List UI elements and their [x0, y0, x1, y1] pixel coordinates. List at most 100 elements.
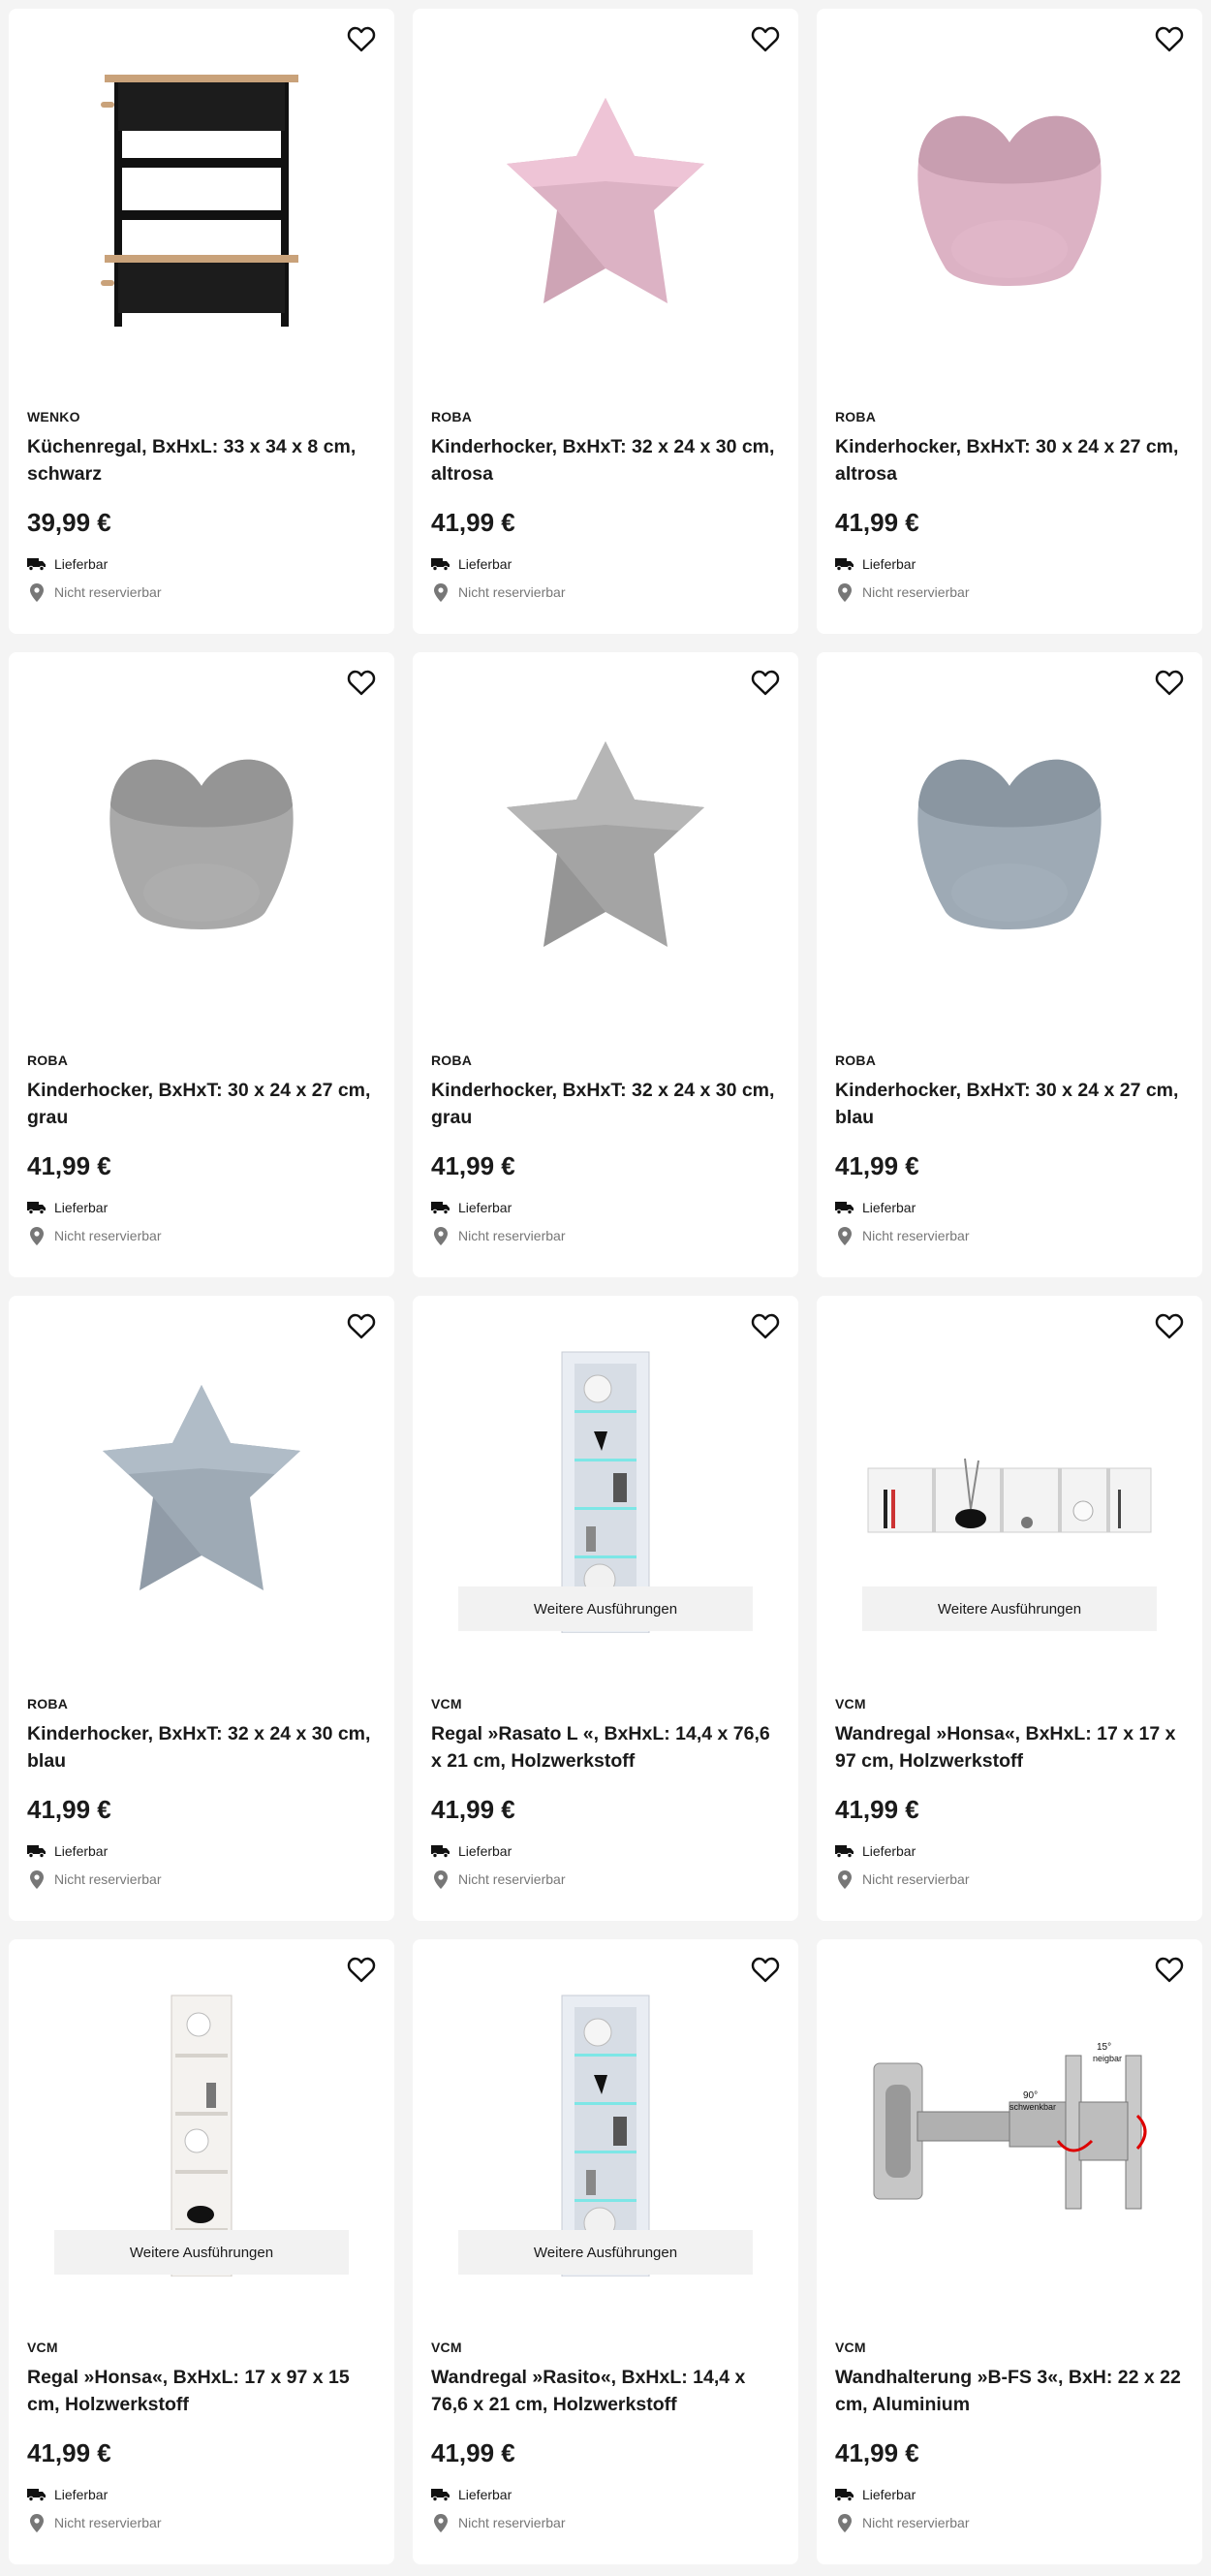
- favorite-heart-icon[interactable]: [1153, 666, 1186, 699]
- availability: Lieferbar Nicht reservierbar: [431, 1841, 780, 1889]
- product-image[interactable]: [817, 9, 1202, 392]
- product-title[interactable]: Kinderhocker, BxHxT: 30 x 24 x 27 cm, gr…: [27, 1077, 376, 1131]
- truck-icon: [431, 2485, 450, 2504]
- availability: Lieferbar Nicht reservierbar: [431, 554, 780, 602]
- svg-text:schwenkbar: schwenkbar: [1009, 2102, 1056, 2112]
- favorite-heart-icon[interactable]: [345, 1953, 378, 1986]
- location-pin-icon: [835, 2513, 854, 2532]
- product-image[interactable]: [817, 652, 1202, 1035]
- more-variants-button[interactable]: Weitere Ausführungen: [458, 2230, 753, 2275]
- product-title[interactable]: Regal »Honsa«, BxHxL: 17 x 97 x 15 cm, H…: [27, 2364, 376, 2418]
- favorite-heart-icon[interactable]: [749, 1309, 782, 1342]
- truck-icon: [27, 1841, 47, 1861]
- product-info: ROBA Kinderhocker, BxHxT: 32 x 24 x 30 c…: [27, 1696, 376, 1898]
- reserve-label: Nicht reservierbar: [458, 1871, 566, 1887]
- location-pin-icon: [835, 582, 854, 602]
- product-card-4[interactable]: ROBA Kinderhocker, BxHxT: 30 x 24 x 27 c…: [9, 652, 394, 1277]
- product-title[interactable]: Wandregal »Rasito«, BxHxL: 14,4 x 76,6 x…: [431, 2364, 780, 2418]
- favorite-heart-icon[interactable]: [1153, 1953, 1186, 1986]
- favorite-heart-icon[interactable]: [1153, 22, 1186, 55]
- favorite-heart-icon[interactable]: [1153, 1309, 1186, 1342]
- availability: Lieferbar Nicht reservierbar: [835, 1841, 1184, 1889]
- product-image[interactable]: 15° neigbar 90° schwenkbar: [817, 1939, 1202, 2322]
- product-price: 41,99 €: [431, 508, 515, 537]
- product-title[interactable]: Küchenregal, BxHxL: 33 x 34 x 8 cm, schw…: [27, 433, 376, 487]
- product-title[interactable]: Regal »Rasato L «, BxHxL: 14,4 x 76,6 x …: [431, 1720, 780, 1775]
- delivery-status: Lieferbar: [835, 1841, 1184, 1861]
- more-variants-button[interactable]: Weitere Ausführungen: [862, 1586, 1157, 1631]
- location-pin-icon: [27, 582, 47, 602]
- product-card-2[interactable]: ROBA Kinderhocker, BxHxT: 32 x 24 x 30 c…: [413, 9, 798, 634]
- svg-text:90°: 90°: [1023, 2090, 1038, 2101]
- truck-icon: [835, 554, 854, 574]
- truck-icon: [27, 2485, 47, 2504]
- delivery-label: Lieferbar: [862, 556, 916, 572]
- reserve-status: Nicht reservierbar: [835, 1869, 1184, 1889]
- reserve-status: Nicht reservierbar: [27, 582, 376, 602]
- product-card-12[interactable]: 15° neigbar 90° schwenkbar VCM Wandhalte…: [817, 1939, 1202, 2564]
- product-price: 41,99 €: [431, 1795, 515, 1824]
- location-pin-icon: [27, 1869, 47, 1889]
- reserve-status: Nicht reservierbar: [835, 1226, 1184, 1245]
- reserve-label: Nicht reservierbar: [862, 2515, 970, 2530]
- delivery-label: Lieferbar: [458, 1200, 512, 1215]
- favorite-heart-icon[interactable]: [345, 1309, 378, 1342]
- truck-icon: [835, 1198, 854, 1217]
- reserve-label: Nicht reservierbar: [458, 2515, 566, 2530]
- product-card-7[interactable]: ROBA Kinderhocker, BxHxT: 32 x 24 x 30 c…: [9, 1296, 394, 1921]
- product-card-1[interactable]: WENKO Küchenregal, BxHxL: 33 x 34 x 8 cm…: [9, 9, 394, 634]
- reserve-status: Nicht reservierbar: [27, 1869, 376, 1889]
- delivery-label: Lieferbar: [458, 2487, 512, 2502]
- product-info: ROBA Kinderhocker, BxHxT: 30 x 24 x 27 c…: [27, 1052, 376, 1254]
- truck-icon: [27, 554, 47, 574]
- product-brand: VCM: [27, 2340, 58, 2355]
- favorite-heart-icon[interactable]: [345, 666, 378, 699]
- product-card-10[interactable]: VCM Regal »Honsa«, BxHxL: 17 x 97 x 15 c…: [9, 1939, 394, 2564]
- product-grid: WENKO Küchenregal, BxHxL: 33 x 34 x 8 cm…: [9, 9, 1202, 2564]
- favorite-heart-icon[interactable]: [345, 22, 378, 55]
- location-pin-icon: [835, 1869, 854, 1889]
- delivery-status: Lieferbar: [27, 1841, 376, 1861]
- availability: Lieferbar Nicht reservierbar: [27, 1841, 376, 1889]
- svg-text:15°: 15°: [1097, 2042, 1111, 2053]
- location-pin-icon: [431, 2513, 450, 2532]
- product-title[interactable]: Kinderhocker, BxHxT: 30 x 24 x 27 cm, al…: [835, 433, 1184, 487]
- reserve-status: Nicht reservierbar: [835, 2513, 1184, 2532]
- availability: Lieferbar Nicht reservierbar: [27, 554, 376, 602]
- favorite-heart-icon[interactable]: [749, 22, 782, 55]
- delivery-label: Lieferbar: [54, 556, 109, 572]
- reserve-status: Nicht reservierbar: [27, 2513, 376, 2532]
- product-brand: VCM: [835, 2340, 866, 2355]
- product-title[interactable]: Kinderhocker, BxHxT: 32 x 24 x 30 cm, bl…: [27, 1720, 376, 1775]
- product-image[interactable]: [413, 9, 798, 392]
- product-image[interactable]: [413, 652, 798, 1035]
- favorite-heart-icon[interactable]: [749, 1953, 782, 1986]
- reserve-label: Nicht reservierbar: [458, 1228, 566, 1243]
- product-title[interactable]: Kinderhocker, BxHxT: 32 x 24 x 30 cm, gr…: [431, 1077, 780, 1131]
- more-variants-button[interactable]: Weitere Ausführungen: [54, 2230, 349, 2275]
- product-card-9[interactable]: VCM Wandregal »Honsa«, BxHxL: 17 x 17 x …: [817, 1296, 1202, 1921]
- product-image[interactable]: [9, 652, 394, 1035]
- delivery-label: Lieferbar: [862, 1200, 916, 1215]
- product-info: WENKO Küchenregal, BxHxL: 33 x 34 x 8 cm…: [27, 409, 376, 611]
- favorite-heart-icon[interactable]: [749, 666, 782, 699]
- product-title[interactable]: Wandregal »Honsa«, BxHxL: 17 x 17 x 97 c…: [835, 1720, 1184, 1775]
- location-pin-icon: [431, 582, 450, 602]
- product-card-5[interactable]: ROBA Kinderhocker, BxHxT: 32 x 24 x 30 c…: [413, 652, 798, 1277]
- product-card-6[interactable]: ROBA Kinderhocker, BxHxT: 30 x 24 x 27 c…: [817, 652, 1202, 1277]
- product-image[interactable]: [9, 9, 394, 392]
- product-card-11[interactable]: VCM Wandregal »Rasito«, BxHxL: 14,4 x 76…: [413, 1939, 798, 2564]
- reserve-label: Nicht reservierbar: [54, 1228, 162, 1243]
- product-card-3[interactable]: ROBA Kinderhocker, BxHxT: 30 x 24 x 27 c…: [817, 9, 1202, 634]
- product-image[interactable]: [9, 1296, 394, 1679]
- location-pin-icon: [835, 1226, 854, 1245]
- delivery-status: Lieferbar: [27, 1198, 376, 1217]
- product-info: VCM Regal »Rasato L «, BxHxL: 14,4 x 76,…: [431, 1696, 780, 1898]
- product-title[interactable]: Kinderhocker, BxHxT: 32 x 24 x 30 cm, al…: [431, 433, 780, 487]
- truck-icon: [431, 554, 450, 574]
- product-title[interactable]: Wandhalterung »B-FS 3«, BxH: 22 x 22 cm,…: [835, 2364, 1184, 2418]
- reserve-label: Nicht reservierbar: [54, 2515, 162, 2530]
- more-variants-button[interactable]: Weitere Ausführungen: [458, 1586, 753, 1631]
- product-card-8[interactable]: VCM Regal »Rasato L «, BxHxL: 14,4 x 76,…: [413, 1296, 798, 1921]
- product-title[interactable]: Kinderhocker, BxHxT: 30 x 24 x 27 cm, bl…: [835, 1077, 1184, 1131]
